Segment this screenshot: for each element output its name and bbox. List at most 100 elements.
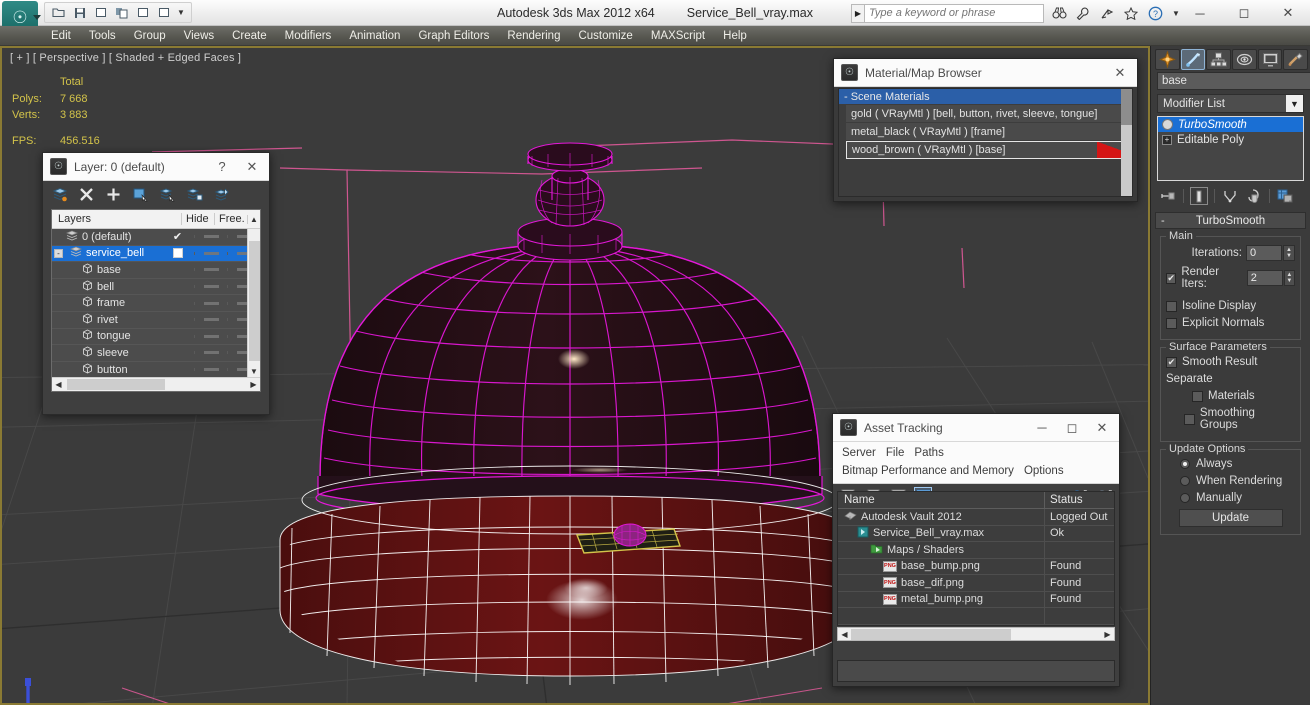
show-end-result-icon[interactable]	[1190, 187, 1208, 205]
material-scroll-thumb[interactable]	[1121, 89, 1132, 125]
redo-icon[interactable]	[112, 4, 131, 21]
set-current-layer-icon[interactable]	[186, 186, 203, 203]
motion-tab[interactable]	[1232, 48, 1257, 70]
isoline-display-checkbox[interactable]	[1166, 300, 1177, 312]
asset-scroll-left-icon[interactable]: ◀	[838, 630, 851, 639]
lightbulb-icon[interactable]	[1162, 119, 1173, 130]
smooth-result-checkbox[interactable]	[1166, 356, 1177, 368]
menu-item-create[interactable]: Create	[223, 28, 276, 44]
layer-scroll-thumb[interactable]	[248, 241, 260, 361]
update-option-radio[interactable]	[1180, 476, 1190, 486]
menu-item-graph-editors[interactable]: Graph Editors	[409, 28, 498, 44]
remove-modifier-icon[interactable]	[1245, 187, 1263, 205]
layer-hide-toggle[interactable]	[194, 285, 227, 289]
layer-horizontal-scrollbar[interactable]: ◀ ▶	[52, 377, 260, 391]
layer-row[interactable]: button	[52, 362, 260, 377]
asset-menu-server[interactable]: Server	[837, 444, 881, 462]
asset-scroll-right-icon[interactable]: ▶	[1101, 630, 1114, 639]
close-button[interactable]: ✕	[1266, 0, 1310, 26]
display-tab[interactable]	[1257, 48, 1283, 70]
layer-row[interactable]: - service_bell	[52, 245, 260, 263]
smoothing-groups-checkbox[interactable]	[1184, 413, 1195, 425]
explicit-normals-checkbox[interactable]	[1166, 317, 1177, 329]
update-option-row[interactable]: Always	[1166, 458, 1295, 470]
create-new-layer-icon[interactable]	[51, 186, 68, 203]
layer-hide-toggle[interactable]	[194, 301, 227, 305]
object-name-input[interactable]	[1157, 72, 1310, 90]
favorites-star-icon[interactable]	[1122, 4, 1140, 22]
asset-row[interactable]: PNG metal_bump.png Found	[838, 591, 1114, 608]
layer-scroll-up-icon[interactable]: ▲	[247, 214, 260, 224]
expand-collapse-icon[interactable]: -	[54, 248, 63, 258]
material-list[interactable]: - Scene Materials gold ( VRayMtl ) [bell…	[838, 88, 1133, 197]
layer-dialog-close-button[interactable]: ✕	[237, 154, 267, 180]
asset-table[interactable]: Name Status Autodesk Vault 2012 Logged Ou…	[837, 491, 1115, 626]
asset-tracking-titlebar[interactable]: ☉ Asset Tracking ─ ◻ ✕	[833, 414, 1119, 442]
layer-hide-toggle[interactable]	[194, 318, 227, 322]
layer-hide-toggle[interactable]	[194, 334, 227, 338]
update-option-radio[interactable]	[1180, 459, 1190, 469]
layer-row[interactable]: rivet	[52, 312, 260, 329]
layer-row[interactable]: sleeve	[52, 345, 260, 362]
highlight-selected-objects-icon[interactable]	[159, 186, 176, 203]
menu-item-views[interactable]: Views	[175, 28, 223, 44]
layer-hide-toggle[interactable]	[194, 368, 227, 372]
update-option-radio[interactable]	[1180, 493, 1190, 503]
plus-box-icon[interactable]: +	[1162, 134, 1172, 145]
minimize-button[interactable]: ─	[1178, 0, 1222, 26]
menu-item-customize[interactable]: Customize	[569, 28, 641, 44]
scene-materials-group-header[interactable]: - Scene Materials	[839, 89, 1132, 104]
select-objects-in-layer-icon[interactable]	[132, 186, 149, 203]
collapse-icon[interactable]: -	[1161, 215, 1165, 227]
asset-row[interactable]: Service_Bell_vray.max Ok	[838, 525, 1114, 542]
menu-item-animation[interactable]: Animation	[340, 28, 409, 44]
layer-dialog-help-button[interactable]: ?	[207, 154, 237, 180]
pin-stack-icon[interactable]	[1159, 187, 1177, 205]
iterations-spinner[interactable]: ▲ ▼	[1283, 245, 1295, 261]
create-tab[interactable]	[1155, 48, 1180, 70]
layer-row[interactable]: bell	[52, 279, 260, 296]
layer-row[interactable]: base	[52, 262, 260, 279]
update-button[interactable]: Update	[1178, 509, 1283, 527]
iterations-input[interactable]	[1246, 245, 1282, 261]
make-unique-icon[interactable]	[1221, 187, 1239, 205]
modify-tab[interactable]	[1180, 48, 1206, 70]
render-iters-spinner[interactable]: ▲ ▼	[1283, 270, 1295, 286]
app-menu-caret-icon[interactable]	[33, 15, 41, 20]
asset-menu-paths[interactable]: Paths	[909, 444, 948, 462]
asset-row[interactable]: PNG base_bump.png Found	[838, 558, 1114, 575]
undo-icon[interactable]	[91, 4, 110, 21]
material-item[interactable]: metal_black ( VRayMtl ) [frame]	[846, 123, 1132, 140]
menu-item-edit[interactable]: Edit	[42, 28, 80, 44]
chevron-down-icon[interactable]: ▼	[1286, 95, 1303, 112]
layer-hide-toggle[interactable]	[194, 235, 227, 239]
asset-row[interactable]: PNG base_dif.png Found	[838, 575, 1114, 592]
search-dropdown-icon[interactable]: ▶	[851, 3, 864, 23]
maximize-button[interactable]: ◻	[1222, 0, 1266, 26]
tutorial-icon[interactable]	[1098, 4, 1116, 22]
layer-row[interactable]: tongue	[52, 329, 260, 346]
render-iters-checkbox[interactable]	[1166, 272, 1177, 284]
asset-menu-options[interactable]: Options	[1019, 462, 1069, 480]
layer-dialog-titlebar[interactable]: ☉ Layer: 0 (default) ? ✕	[43, 153, 269, 181]
menu-item-maxscript[interactable]: MAXScript	[642, 28, 714, 44]
search-input[interactable]	[864, 3, 1044, 23]
material-vertical-scrollbar[interactable]	[1121, 89, 1132, 196]
asset-row[interactable]: Maps / Shaders	[838, 542, 1114, 559]
update-option-row[interactable]: When Rendering	[1166, 475, 1295, 487]
layer-row[interactable]: 0 (default) ✔	[52, 229, 260, 246]
layer-scroll-down-icon[interactable]: ▼	[250, 365, 258, 377]
material-item[interactable]: wood_brown ( VRayMtl ) [base]	[846, 141, 1132, 159]
layer-current-indicator[interactable]: ✔	[161, 230, 194, 243]
open-file-icon[interactable]	[49, 4, 68, 21]
asset-menu-file[interactable]: File	[881, 444, 910, 462]
materials-checkbox[interactable]	[1192, 390, 1203, 402]
menu-item-rendering[interactable]: Rendering	[498, 28, 569, 44]
hide-unhide-layer-icon[interactable]	[213, 186, 230, 203]
add-selection-to-layer-icon[interactable]	[105, 186, 122, 203]
layer-scroll-right-icon[interactable]: ▶	[247, 380, 260, 389]
binoculars-icon[interactable]	[1050, 4, 1068, 22]
layer-current-indicator[interactable]	[161, 248, 194, 259]
layer-hide-toggle[interactable]	[194, 268, 227, 272]
new-scene-icon[interactable]	[133, 4, 152, 21]
